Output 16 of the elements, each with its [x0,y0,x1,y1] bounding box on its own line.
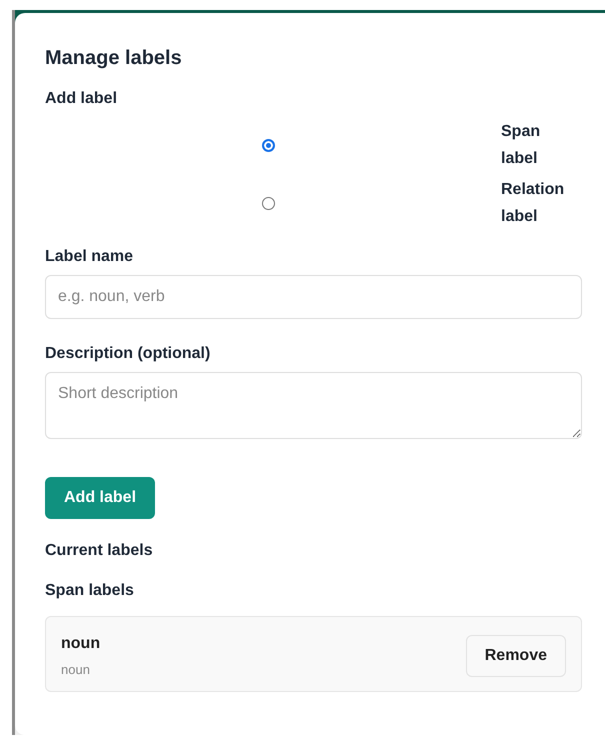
field-label: Description (optional) [45,345,212,363]
radio-button[interactable] [262,138,275,152]
section-heading: Current labels [45,542,154,560]
radio-button[interactable] [262,196,275,210]
radio-label: Relation label [501,180,566,227]
label-description: noun [61,662,91,677]
label-name-field[interactable]: e.g. noun, verb [45,275,582,319]
label-name: noun [61,635,100,653]
remove-button[interactable]: Remove [466,635,566,677]
section-heading: Add label [45,90,118,108]
field-label: Label name [45,248,134,266]
description-field[interactable]: Short description [45,372,582,439]
add-label-button[interactable]: Add label [45,477,156,519]
radio-label: Span label [501,122,542,169]
group-heading: Span labels [45,582,135,600]
dialog-title: Manage labels [45,47,183,70]
